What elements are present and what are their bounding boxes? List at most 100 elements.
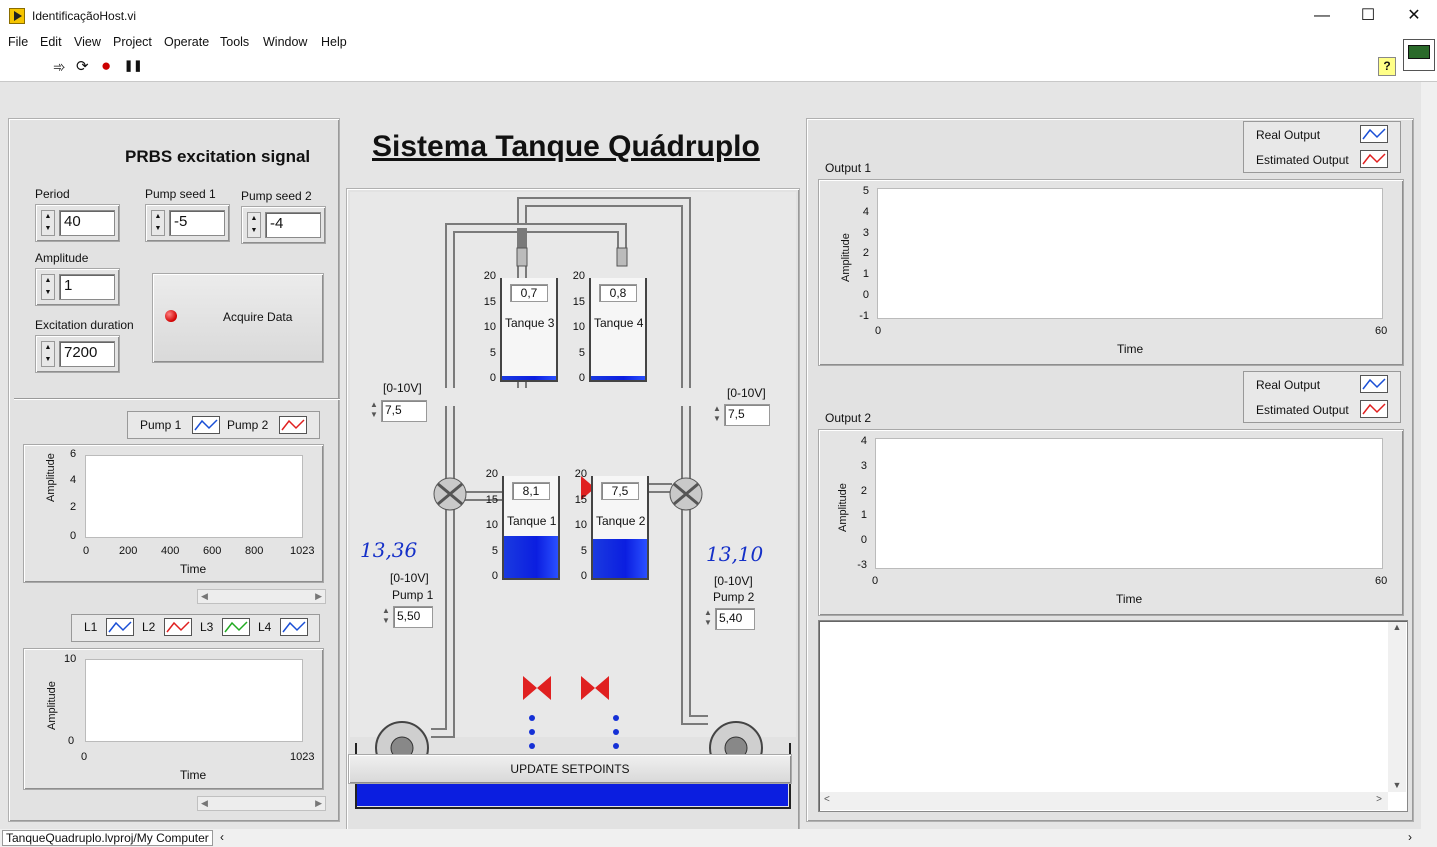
level-chart-xlabel: Time xyxy=(180,768,207,782)
front-panel: PRBS excitation signal Period ▲ ▼ 40 Pump… xyxy=(0,82,1437,836)
level-x-tick: 1023 xyxy=(290,751,315,763)
maximize-button[interactable]: ☐ xyxy=(1345,0,1391,32)
pump-chart-scrollbar[interactable]: ◀ ▶ xyxy=(197,589,326,604)
pump-x-tick: 0 xyxy=(83,545,90,557)
pump-chart-xlabel: Time xyxy=(180,562,207,576)
menu-project[interactable]: Project xyxy=(113,35,152,49)
menu-edit[interactable]: Edit xyxy=(40,35,62,49)
pump-x-tick: 200 xyxy=(119,545,138,557)
right-valve-input[interactable]: 7,5 xyxy=(724,404,770,426)
output-2-y-tick: -3 xyxy=(857,559,867,571)
pump-1-input[interactable]: 5,50 xyxy=(393,606,433,628)
menu-tools[interactable]: Tools xyxy=(220,35,249,49)
log-text-area[interactable] xyxy=(818,620,1408,812)
output-1-x-tick: 60 xyxy=(1375,325,1388,337)
tank-level-fill xyxy=(591,375,645,380)
output-2-estimated-plot-icon[interactable] xyxy=(1360,400,1388,418)
output-1-y-tick: 4 xyxy=(862,205,869,218)
legend-l4-plot-icon[interactable] xyxy=(280,618,308,636)
menu-help[interactable]: Help xyxy=(321,35,347,49)
left-valve-spin-icon[interactable]: ▲ ▼ xyxy=(368,400,380,420)
amplitude-increment-decrement[interactable]: ▲ ▼ xyxy=(41,274,55,300)
run-continuously-icon[interactable]: ⟳ xyxy=(76,57,89,75)
level-chart-scrollbar[interactable]: ◀ ▶ xyxy=(197,796,326,811)
tank-scale-tick: 15 xyxy=(485,493,498,506)
output-2-y-tick: 3 xyxy=(860,459,867,472)
tank-level-display: 0,7 xyxy=(510,284,548,302)
tank-scale-tick: 20 xyxy=(483,270,496,282)
right-valve-spin-icon[interactable]: ▲ ▼ xyxy=(711,404,723,424)
pump-2-input[interactable]: 5,40 xyxy=(715,608,755,630)
vertical-scrollbar[interactable] xyxy=(1421,82,1437,829)
output-1-y-tick: 1 xyxy=(862,268,869,281)
menu-file[interactable]: File xyxy=(8,35,28,49)
status-scroll-right-icon[interactable]: › xyxy=(1408,830,1412,844)
level-y-tick: 0 xyxy=(68,735,75,747)
output-2-real-plot-icon[interactable] xyxy=(1360,375,1388,393)
pump-seed-2-input[interactable]: -4 xyxy=(265,212,321,238)
pause-icon[interactable]: ❚❚ xyxy=(124,59,142,72)
log-vertical-scrollbar[interactable]: ▲ ▼ xyxy=(1388,622,1406,792)
output-1-y-tick: 5 xyxy=(862,185,869,197)
pump-seed-2-increment-decrement[interactable]: ▲ ▼ xyxy=(247,212,261,238)
acquire-data-label: Acquire Data xyxy=(223,310,293,324)
output-1-real-plot-icon[interactable] xyxy=(1360,125,1388,143)
output-1-y-tick: 0 xyxy=(862,289,869,301)
output-1-y-tick: 3 xyxy=(862,226,869,239)
pump-seed-1-label: Pump seed 1 xyxy=(145,187,216,201)
tank-scale-tick: 0 xyxy=(491,570,498,582)
output-2-title: Output 2 xyxy=(825,411,872,425)
update-setpoints-button[interactable]: UPDATE SETPOINTS xyxy=(348,754,792,784)
output-1-estimated-plot-icon[interactable] xyxy=(1360,150,1388,168)
pump-x-tick: 1023 xyxy=(290,545,315,557)
menu-view[interactable]: View xyxy=(74,35,101,49)
tank-scale-tick: 5 xyxy=(580,544,587,557)
tank-scale-tick: 0 xyxy=(578,372,585,384)
close-button[interactable]: ✕ xyxy=(1391,0,1437,32)
legend-l3-plot-icon[interactable] xyxy=(222,618,250,636)
pump-x-tick: 400 xyxy=(161,545,180,557)
tank-scale-tick: 10 xyxy=(485,519,498,531)
output-2-legend-real: Real Output xyxy=(1256,378,1321,392)
legend-l1-label: L1 xyxy=(84,620,98,634)
output-2-plot-area[interactable] xyxy=(875,438,1383,569)
legend-pump-1-plot-icon[interactable] xyxy=(192,416,220,434)
pump-seed-1-increment-decrement[interactable]: ▲ ▼ xyxy=(151,210,165,236)
pump-1-range-label: [0-10V] xyxy=(390,571,429,585)
output-1-plot-area[interactable] xyxy=(877,188,1383,319)
output-2-y-tick: 0 xyxy=(860,534,867,547)
log-horizontal-scrollbar[interactable]: < > xyxy=(820,792,1388,810)
legend-l1-plot-icon[interactable] xyxy=(106,618,134,636)
menu-bar: File Edit View Project Operate Tools Win… xyxy=(0,32,1437,54)
period-increment-decrement[interactable]: ▲ ▼ xyxy=(41,210,55,236)
run-arrow-icon[interactable]: ➾ xyxy=(53,58,66,76)
output-1-ylabel: Amplitude xyxy=(840,233,852,282)
context-help-icon[interactable]: ? xyxy=(1378,57,1396,76)
tank-name-label: Tanque 2 xyxy=(596,514,646,528)
pump-chart-plot-area[interactable] xyxy=(85,455,303,538)
pump-2-spin-icon[interactable]: ▲ ▼ xyxy=(702,608,714,628)
pump-x-tick: 800 xyxy=(245,545,264,557)
menu-window[interactable]: Window xyxy=(263,35,307,49)
output-2-x-tick: 0 xyxy=(872,575,879,587)
amplitude-input[interactable]: 1 xyxy=(59,274,115,300)
output-2-legend-estimated: Estimated Output xyxy=(1256,403,1349,417)
period-input[interactable]: 40 xyxy=(59,210,115,236)
excitation-duration-increment-decrement[interactable]: ▲ ▼ xyxy=(41,341,55,367)
level-chart-plot-area[interactable] xyxy=(85,659,303,742)
handwritten-note-pump-1: 13,36 xyxy=(360,538,418,562)
tank-level-display: 7,5 xyxy=(601,482,639,500)
menu-operate[interactable]: Operate xyxy=(164,35,209,49)
pump-seed-1-input[interactable]: -5 xyxy=(169,210,225,236)
level-y-tick: 10 xyxy=(64,653,77,665)
pump-1-spin-icon[interactable]: ▲ ▼ xyxy=(380,606,392,626)
status-scroll-left-icon[interactable]: ‹ xyxy=(220,830,224,844)
minimize-button[interactable]: — xyxy=(1299,0,1345,32)
left-valve-input[interactable]: 7,5 xyxy=(381,400,427,422)
legend-pump-2-plot-icon[interactable] xyxy=(279,416,307,434)
excitation-duration-input[interactable]: 7200 xyxy=(59,341,115,367)
prbs-title: PRBS excitation signal xyxy=(125,147,311,166)
abort-icon[interactable]: ● xyxy=(101,56,111,76)
legend-l2-plot-icon[interactable] xyxy=(164,618,192,636)
pump-x-tick: 600 xyxy=(203,545,222,557)
